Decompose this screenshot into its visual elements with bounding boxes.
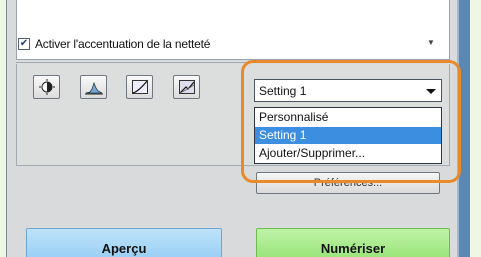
window-left-border xyxy=(6,0,7,257)
settings-dropdown-value: Setting 1 xyxy=(259,84,307,98)
sharpen-checkbox[interactable]: ✔ xyxy=(18,38,30,50)
sharpen-checkbox-label: Activer l'accentuation de la netteté xyxy=(35,37,211,51)
settings-dropdown[interactable]: Setting 1 xyxy=(254,79,442,102)
dropdown-arrow-icon[interactable] xyxy=(426,89,436,94)
tone-curve-button[interactable] xyxy=(126,75,153,99)
tone-curve-icon xyxy=(131,80,148,94)
option-personnalise[interactable]: Personnalisé xyxy=(255,109,441,126)
final-review-icon xyxy=(178,80,195,94)
option-setting-1[interactable]: Setting 1 xyxy=(255,127,441,144)
vertical-scrollbar[interactable] xyxy=(457,0,470,257)
scan-button[interactable]: Numériser xyxy=(256,228,450,257)
final-review-button[interactable] xyxy=(173,75,200,99)
sharpen-option-row[interactable]: ✔ Activer l'accentuation de la netteté xyxy=(18,36,210,52)
histogram-button[interactable] xyxy=(80,75,107,99)
section-divider xyxy=(16,62,450,63)
chevron-down-icon[interactable]: ▼ xyxy=(426,38,436,50)
option-add-remove[interactable]: Ajouter/Supprimer... xyxy=(255,145,441,162)
settings-dropdown-list: Personnalisé Setting 1 Ajouter/Supprimer… xyxy=(254,107,442,164)
preview-button[interactable]: Aperçu xyxy=(26,228,222,257)
preferences-button[interactable]: Préférences... xyxy=(256,172,440,194)
brightness-contrast-icon xyxy=(38,79,55,95)
brightness-contrast-button[interactable] xyxy=(33,75,60,99)
histogram-icon xyxy=(84,81,103,95)
